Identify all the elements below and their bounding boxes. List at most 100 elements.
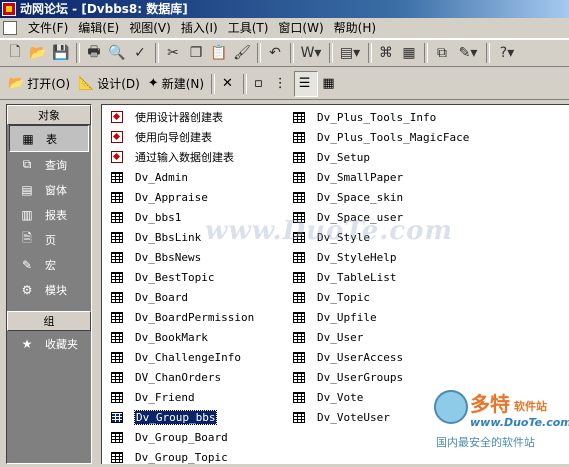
- menu-file[interactable]: 文件(F): [23, 18, 73, 38]
- objects-header[interactable]: 对象: [7, 105, 91, 125]
- open-button[interactable]: 📂 打开(O): [4, 72, 74, 96]
- list-item[interactable]: Dv_Admin: [111, 167, 254, 187]
- list-item-label: Dv_ChallengeInfo: [135, 350, 241, 364]
- sidebar-item-label: 表: [46, 132, 57, 146]
- list-item-label: Dv_SmallPaper: [317, 170, 404, 184]
- cut-icon[interactable]: ✂: [162, 42, 184, 64]
- list-item[interactable]: 通过输入数据创建表: [111, 147, 254, 167]
- list-item-label: DV_ChanOrders: [135, 370, 222, 384]
- list-item[interactable]: Dv_Topic: [293, 287, 469, 307]
- new-button[interactable]: ✦ 新建(N): [144, 72, 208, 96]
- sidebar-item-modules[interactable]: ⚙ 模块: [7, 277, 91, 302]
- list-item[interactable]: Dv_ChallengeInfo: [111, 347, 254, 367]
- list-item[interactable]: Dv_Space_skin: [293, 187, 469, 207]
- new-object-icon[interactable]: ✎▾: [454, 42, 482, 64]
- new-file-icon[interactable]: 🗋: [4, 42, 26, 64]
- list-item-label: Dv_Friend: [135, 390, 195, 404]
- list-item[interactable]: Dv_Appraise: [111, 187, 254, 207]
- sidebar-item-queries[interactable]: ⧉ 查询: [7, 152, 91, 177]
- list-item[interactable]: Dv_Upfile: [293, 307, 469, 327]
- relationships-icon[interactable]: ⧉: [431, 42, 453, 64]
- sidebar-item-label: 收藏夹: [45, 337, 78, 351]
- list-item[interactable]: Dv_BookMark: [111, 327, 254, 347]
- objects-sidebar: 对象 ▦ 表 ⧉ 查询 ▤ 窗体 ▥ 报表 🗎 页 ✎ 宏 ⚙ 模块 组 ★ 收藏夹: [6, 104, 92, 464]
- menu-edit[interactable]: 编辑(E): [73, 18, 124, 38]
- table-icon: [111, 391, 123, 403]
- groups-header[interactable]: 组: [7, 311, 91, 331]
- small-icons-button[interactable]: ⋮: [270, 72, 294, 96]
- list-item[interactable]: Dv_BoardPermission: [111, 307, 254, 327]
- brand-sub: 软件站: [514, 400, 547, 413]
- list-item-selected[interactable]: Dv_Group_bbs: [111, 407, 254, 427]
- open-folder-icon[interactable]: 📂: [27, 42, 49, 64]
- menu-insert[interactable]: 插入(I): [176, 18, 223, 38]
- list-item[interactable]: Dv_StyleHelp: [293, 247, 469, 267]
- undo-icon[interactable]: ↶: [264, 42, 286, 64]
- list-item[interactable]: Dv_SmallPaper: [293, 167, 469, 187]
- list-item[interactable]: Dv_Plus_Tools_Info: [293, 107, 469, 127]
- table-icon: [293, 311, 305, 323]
- format-painter-icon[interactable]: 🖌: [231, 42, 253, 64]
- list-view-button[interactable]: ☰: [293, 70, 319, 97]
- document-icon[interactable]: [3, 21, 17, 35]
- menu-window[interactable]: 窗口(W): [273, 18, 328, 38]
- spelling-icon[interactable]: ✓: [129, 42, 151, 64]
- properties-icon[interactable]: ▦: [398, 42, 420, 64]
- table-icon: [293, 271, 305, 283]
- list-item[interactable]: 使用设计器创建表: [111, 107, 254, 127]
- table-icon: [293, 151, 305, 163]
- list-item[interactable]: Dv_User: [293, 327, 469, 347]
- print-icon[interactable]: 🖶: [83, 42, 105, 64]
- table-icon: [293, 191, 305, 203]
- office-links-icon[interactable]: W▾: [297, 42, 325, 64]
- sidebar-item-tables[interactable]: ▦ 表: [9, 125, 89, 152]
- menu-tools[interactable]: 工具(T): [223, 18, 274, 38]
- save-icon[interactable]: 💾: [50, 42, 72, 64]
- list-item-label: Dv_BoardPermission: [135, 310, 255, 324]
- menu-help[interactable]: 帮助(H): [329, 18, 381, 38]
- list-item[interactable]: Dv_BbsNews: [111, 247, 254, 267]
- copy-icon[interactable]: ❐: [185, 42, 207, 64]
- list-item[interactable]: DV_ChanOrders: [111, 367, 254, 387]
- delete-button[interactable]: ✕: [218, 72, 240, 96]
- paste-icon[interactable]: 📋: [208, 42, 230, 64]
- list-item-label: Dv_Plus_Tools_Info: [317, 110, 437, 124]
- sidebar-item-favorites[interactable]: ★ 收藏夹: [7, 331, 91, 356]
- list-item[interactable]: Dv_BestTopic: [111, 267, 254, 287]
- list-item-label: Dv_VoteUser: [317, 410, 390, 424]
- brand-tagline: 国内最安全的软件站: [436, 436, 535, 449]
- sidebar-item-reports[interactable]: ▥ 报表: [7, 202, 91, 227]
- list-item[interactable]: Dv_TableList: [293, 267, 469, 287]
- list-item[interactable]: Dv_Group_Board: [111, 427, 254, 447]
- list-item[interactable]: Dv_Plus_Tools_MagicFace: [293, 127, 469, 147]
- design-button[interactable]: 📐 设计(D): [74, 72, 144, 96]
- list-item-label: Dv_Upfile: [317, 310, 377, 324]
- list-item-label: Dv_Vote: [317, 390, 364, 404]
- table-icon: [293, 411, 305, 423]
- table-icon: [111, 371, 123, 383]
- table-icon: [111, 451, 123, 463]
- list-item[interactable]: 使用向导创建表: [111, 127, 254, 147]
- list-item[interactable]: Dv_Group_Topic: [111, 447, 254, 467]
- print-preview-icon[interactable]: 🔍: [106, 42, 128, 64]
- list-view-icon: ☰: [298, 76, 311, 91]
- analyze-icon[interactable]: ▤▾: [336, 42, 364, 64]
- details-view-button[interactable]: ▦: [318, 72, 341, 96]
- list-item[interactable]: Dv_Board: [111, 287, 254, 307]
- sidebar-item-label: 报表: [45, 208, 67, 222]
- sidebar-item-pages[interactable]: 🗎 页: [7, 227, 91, 252]
- list-item[interactable]: Dv_UserGroups: [293, 367, 469, 387]
- list-item[interactable]: Dv_Setup: [293, 147, 469, 167]
- sidebar-item-forms[interactable]: ▤ 窗体: [7, 177, 91, 202]
- help-icon[interactable]: ?▾: [493, 42, 521, 64]
- sidebar-item-macros[interactable]: ✎ 宏: [7, 252, 91, 277]
- list-item-label: Dv_bbs1: [135, 210, 182, 224]
- code-icon[interactable]: ⌘: [375, 42, 397, 64]
- list-item[interactable]: Dv_UserAccess: [293, 347, 469, 367]
- table-icon: [293, 171, 305, 183]
- query-icon: ⧉: [22, 157, 32, 171]
- menu-view[interactable]: 视图(V): [124, 18, 176, 38]
- table-icon: [293, 351, 305, 363]
- large-icons-button[interactable]: ▫: [250, 72, 270, 96]
- list-item[interactable]: Dv_Friend: [111, 387, 254, 407]
